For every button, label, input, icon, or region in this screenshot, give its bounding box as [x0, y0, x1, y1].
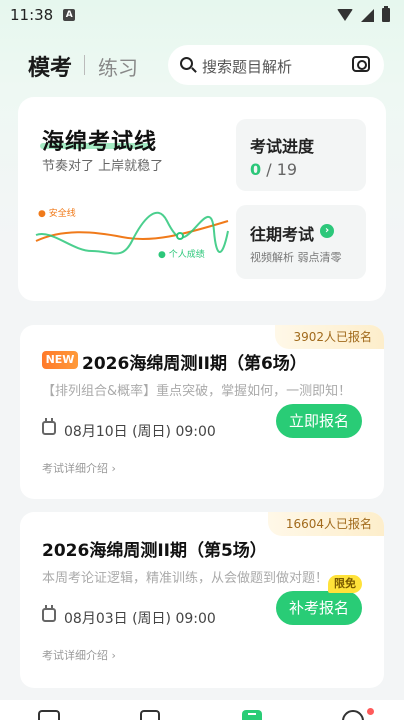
legend-personal-score: ● 个人成绩 — [158, 250, 205, 260]
progress-total: / 19 — [266, 160, 298, 179]
status-icons — [337, 6, 390, 22]
legend-score-label: 个人成绩 — [168, 250, 205, 260]
register-button[interactable]: 立即报名 — [276, 404, 362, 438]
hero-title: 海绵考试线 — [42, 130, 158, 155]
notification-dot — [367, 708, 374, 715]
progress-label: 考试进度 — [250, 137, 315, 156]
status-time: 11:38 — [10, 6, 54, 24]
sim-icon: A — [63, 9, 76, 21]
score-point — [176, 232, 184, 240]
exam-date: 08月03日 (周日) 09:00 — [64, 611, 216, 627]
hero-subtitle: 节奏对了 上岸就稳了 — [42, 159, 164, 174]
new-badge: NEW — [42, 351, 78, 369]
signal-icon — [361, 8, 374, 22]
bottom-nav — [0, 700, 404, 720]
exam-date: 08月10日 (周日) 09:00 — [64, 424, 216, 440]
study-icon[interactable] — [140, 710, 160, 720]
makeup-register-button[interactable]: 补考报名 — [276, 591, 362, 625]
exam-title: 2026海绵周测II期（第6场） — [82, 354, 307, 374]
camera-icon[interactable] — [352, 56, 370, 72]
exam-detail-link[interactable]: 考试详细介绍 › — [42, 647, 116, 663]
calendar-icon — [42, 605, 56, 622]
battery-icon — [382, 6, 390, 22]
exam-progress-tile[interactable]: 考试进度 0 / 19 — [236, 119, 366, 191]
past-label: 往期考试 — [250, 225, 315, 244]
header: 模考 练习 搜索题目解析 — [0, 42, 404, 88]
search-input[interactable]: 搜索题目解析 — [168, 45, 384, 85]
signup-count-badge: 3902人已报名 — [275, 325, 384, 349]
progress-done: 0 — [250, 160, 262, 179]
profile-icon[interactable] — [342, 710, 364, 720]
tab-practice[interactable]: 练习 — [98, 52, 138, 81]
tab-divider — [84, 55, 85, 75]
progress-count: 0 / 19 — [250, 160, 297, 179]
status-bar: 11:38 A — [0, 0, 404, 30]
exam-card[interactable]: 16604人已报名 2026海绵周测II期（第5场） 本周考论证逻辑，精准训练，… — [20, 512, 384, 688]
exam-line-card[interactable]: 海绵考试线 节奏对了 上岸就稳了 ● 安全线 ● 个人成绩 考试进度 0 / 1… — [18, 97, 386, 301]
legend-safe-label: 安全线 — [48, 209, 76, 219]
wifi-icon — [337, 9, 353, 21]
exam-title: 2026海绵周测II期（第5场） — [42, 541, 267, 561]
exam-desc: 【排列组合&概率】重点突破，掌握如何，一测即知！ — [42, 384, 352, 399]
tab-mock-exam[interactable]: 模考 — [28, 50, 72, 82]
exam-card[interactable]: 3902人已报名 NEW 2026海绵周测II期（第6场） 【排列组合&概率】重… — [20, 325, 384, 499]
search-placeholder: 搜索题目解析 — [202, 58, 293, 76]
calendar-icon — [42, 418, 56, 435]
free-badge: 限免 — [328, 575, 362, 593]
legend-safe-line: ● 安全线 — [38, 209, 76, 219]
exam-desc: 本周考论证逻辑，精准训练，从会做题到做对题！ — [42, 571, 329, 586]
home-icon[interactable] — [38, 710, 60, 720]
past-exams-tile[interactable]: 往期考试 › 视频解析 弱点清零 — [236, 205, 366, 279]
exam-detail-link[interactable]: 考试详细介绍 › — [42, 460, 116, 476]
signup-count-badge: 16604人已报名 — [267, 512, 384, 536]
chevron-right-icon: › — [320, 224, 334, 238]
past-desc: 视频解析 弱点清零 — [250, 251, 342, 264]
search-icon — [180, 57, 193, 70]
exam-icon[interactable] — [242, 710, 262, 720]
